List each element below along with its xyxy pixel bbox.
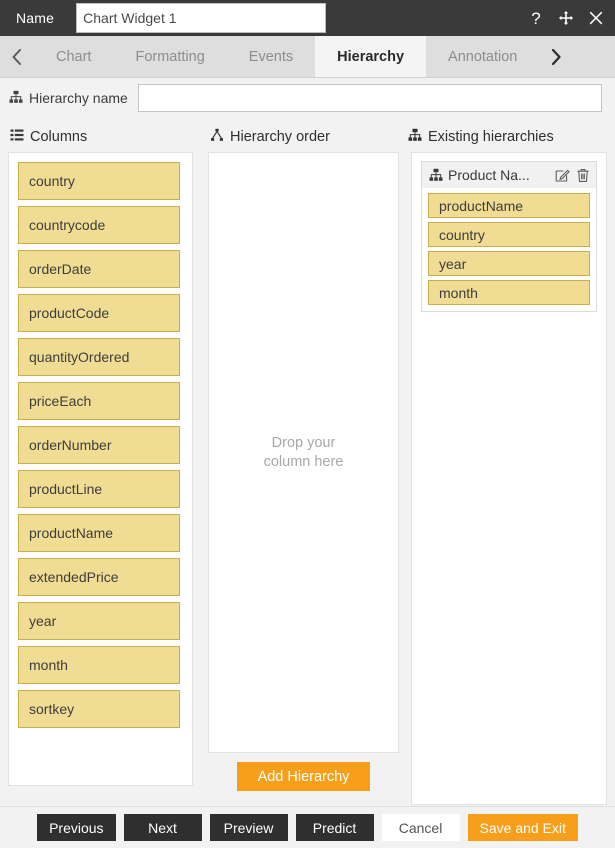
hierarchy-dropzone[interactable]: Drop your column here bbox=[209, 153, 398, 752]
add-hierarchy-button[interactable]: Add Hierarchy bbox=[237, 762, 370, 791]
preview-button[interactable]: Preview bbox=[210, 814, 288, 841]
previous-button[interactable]: Previous bbox=[37, 814, 115, 841]
existing-hierarchies-header-label: Existing hierarchies bbox=[428, 129, 554, 145]
columns-panel: country countrycode orderDate productCode qu… bbox=[8, 152, 193, 786]
columns-header-label: Columns bbox=[30, 129, 87, 145]
column-tile[interactable]: country bbox=[18, 162, 180, 200]
question-mark-icon[interactable]: ? bbox=[527, 9, 545, 27]
column-tile[interactable]: sortkey bbox=[18, 690, 180, 728]
hierarchy-card-header: Product Na... bbox=[422, 162, 596, 188]
titlebar-icons: ? bbox=[527, 0, 605, 36]
columns-header: Columns bbox=[10, 128, 87, 146]
tab-chart[interactable]: Chart bbox=[34, 36, 113, 77]
trash-icon[interactable] bbox=[576, 168, 590, 183]
hierarchy-level-tile[interactable]: year bbox=[428, 251, 590, 276]
hierarchy-icon bbox=[9, 90, 23, 107]
column-tile[interactable]: productName bbox=[18, 514, 180, 552]
hierarchy-card: Product Na... productName country year month bbox=[421, 161, 597, 312]
hierarchy-order-panel[interactable]: Drop your column here bbox=[208, 152, 399, 753]
hierarchy-name-row: Hierarchy name bbox=[0, 82, 615, 114]
hierarchy-card-title: Product Na... bbox=[448, 167, 550, 183]
hierarchy-name-input[interactable] bbox=[138, 84, 602, 112]
save-and-exit-button[interactable]: Save and Exit bbox=[468, 814, 578, 841]
tab-label: Events bbox=[249, 49, 293, 65]
hierarchy-card-actions bbox=[555, 168, 590, 183]
tab-bar: Chart Formatting Events Hierarchy Annota… bbox=[0, 36, 615, 78]
tab-label: Hierarchy bbox=[337, 49, 404, 65]
dropzone-placeholder: Drop your column here bbox=[264, 434, 344, 472]
tab-annotation[interactable]: Annotation bbox=[426, 36, 539, 77]
existing-hierarchies-header: Existing hierarchies bbox=[408, 128, 554, 146]
hierarchy-icon bbox=[408, 128, 422, 146]
column-tile[interactable]: orderDate bbox=[18, 250, 180, 288]
edit-pencil-icon[interactable] bbox=[555, 168, 570, 183]
existing-hierarchies-panel: Product Na... productName country year month bbox=[411, 152, 607, 805]
hierarchy-level-tile[interactable]: country bbox=[428, 222, 590, 247]
close-x-icon[interactable] bbox=[587, 9, 605, 27]
column-tile[interactable]: productCode bbox=[18, 294, 180, 332]
hierarchy-icon bbox=[429, 168, 443, 182]
columns-list: country countrycode orderDate productCode qu… bbox=[9, 153, 192, 728]
column-tile[interactable]: year bbox=[18, 602, 180, 640]
tab-events[interactable]: Events bbox=[227, 36, 315, 77]
dialog-footer: Previous Next Preview Predict Cancel Sav… bbox=[0, 806, 615, 848]
column-tile[interactable]: priceEach bbox=[18, 382, 180, 420]
hierarchy-level-tile[interactable]: month bbox=[428, 280, 590, 305]
hierarchy-order-header-label: Hierarchy order bbox=[230, 129, 330, 145]
hierarchy-order-header: Hierarchy order bbox=[210, 128, 330, 146]
list-icon bbox=[10, 128, 24, 146]
tab-hierarchy[interactable]: Hierarchy bbox=[315, 36, 426, 77]
hierarchy-order-icon bbox=[210, 128, 224, 146]
dialog-titlebar: Name ? bbox=[0, 0, 615, 36]
dropzone-line2: column here bbox=[264, 453, 344, 472]
hierarchy-name-label-group: Hierarchy name bbox=[9, 90, 128, 107]
column-tile[interactable]: countrycode bbox=[18, 206, 180, 244]
chevron-left-icon[interactable] bbox=[0, 36, 34, 77]
dropzone-line1: Drop your bbox=[264, 434, 344, 453]
name-label: Name bbox=[16, 10, 54, 26]
widget-name-input[interactable] bbox=[76, 3, 326, 33]
column-tile[interactable]: orderNumber bbox=[18, 426, 180, 464]
widget-config-dialog: Name ? Chart Formatting bbox=[0, 0, 615, 848]
existing-hierarchies-list: Product Na... productName country year month bbox=[412, 153, 606, 312]
next-button[interactable]: Next bbox=[124, 814, 202, 841]
tab-formatting[interactable]: Formatting bbox=[113, 36, 226, 77]
column-tile[interactable]: quantityOrdered bbox=[18, 338, 180, 376]
hierarchy-level-tile[interactable]: productName bbox=[428, 193, 590, 218]
hierarchy-name-label: Hierarchy name bbox=[29, 90, 128, 106]
tab-label: Chart bbox=[56, 49, 91, 65]
predict-button[interactable]: Predict bbox=[296, 814, 374, 841]
column-tile[interactable]: productLine bbox=[18, 470, 180, 508]
tab-label: Formatting bbox=[135, 49, 204, 65]
tab-label: Annotation bbox=[448, 49, 517, 65]
column-tile[interactable]: extendedPrice bbox=[18, 558, 180, 596]
chevron-right-icon[interactable] bbox=[539, 36, 573, 77]
column-tile[interactable]: month bbox=[18, 646, 180, 684]
cancel-button[interactable]: Cancel bbox=[382, 814, 460, 841]
hierarchy-card-levels: productName country year month bbox=[422, 188, 596, 305]
move-arrows-icon[interactable] bbox=[557, 9, 575, 27]
